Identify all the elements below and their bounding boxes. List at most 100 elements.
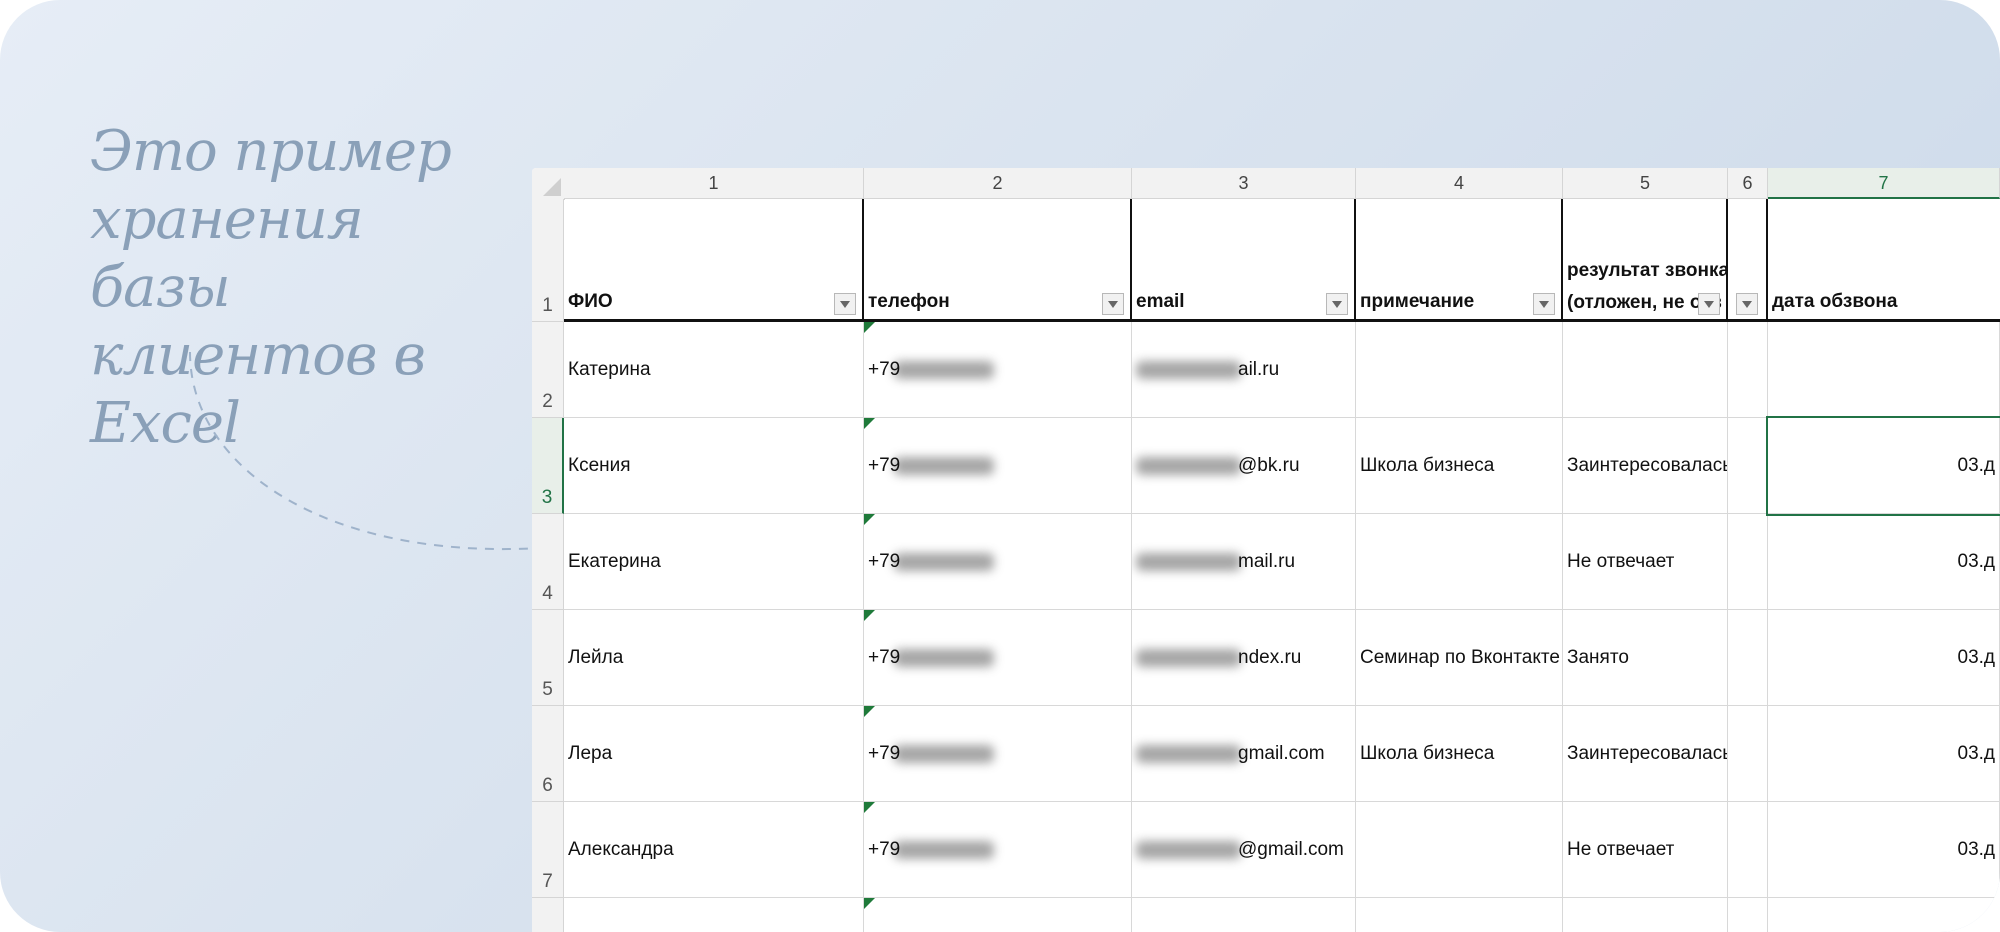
cell-note-text: Школа бизнеса (1360, 742, 1495, 764)
select-all-corner[interactable] (532, 168, 565, 200)
cell-result[interactable] (1563, 322, 1728, 418)
header-cell-call-result[interactable]: результат звонка (отложен, не отв (1563, 199, 1728, 322)
cell-phone[interactable]: +79 (864, 514, 1132, 610)
cell-fio[interactable]: Александра (564, 802, 864, 898)
redacted-blur (1136, 840, 1241, 859)
redacted-blur (894, 552, 994, 571)
cell-result[interactable]: Заинтересовалась (1563, 418, 1728, 514)
redacted-blur (1136, 744, 1241, 763)
cell-note[interactable]: Школа бизнеса (1356, 706, 1563, 802)
cell-empty-partial[interactable] (1728, 898, 1768, 932)
cell-phone[interactable]: +79 (864, 802, 1132, 898)
cell-email[interactable]: @bk.ru (1132, 418, 1356, 514)
row-header-3[interactable]: 3 (532, 418, 564, 514)
cell-date-text: 03.д (1957, 742, 1996, 764)
header-cell-call-date[interactable]: дата обзвона (1768, 199, 2000, 322)
cell-fio[interactable]: Лера (564, 706, 864, 802)
column-header-5[interactable]: 5 (1563, 168, 1728, 199)
cell-fio[interactable]: Катерина (564, 322, 864, 418)
cell-result[interactable]: Занято (1563, 610, 1728, 706)
filter-dropdown-icon[interactable] (1736, 293, 1758, 315)
cell-phone[interactable]: +79 (864, 322, 1132, 418)
row-header-8[interactable] (532, 898, 564, 932)
cell-note[interactable]: Школа бизнеса (1356, 418, 1563, 514)
cell-email[interactable]: gmail.com (1132, 706, 1356, 802)
cell-empty[interactable] (1728, 418, 1768, 514)
column-header-1[interactable]: 1 (564, 168, 864, 199)
redacted-blur (1136, 360, 1241, 379)
cell-empty[interactable] (1728, 706, 1768, 802)
row-header-1[interactable]: 1 (532, 199, 564, 322)
cell-date[interactable]: 03.д (1768, 514, 2000, 610)
spreadsheet[interactable]: 1 2 3 4 5 6 7 1 2 3 4 5 6 7 ФИО телефон … (532, 168, 2000, 932)
cell-phone-text: +79 (868, 358, 901, 380)
cell-email[interactable]: @gmail.com (1132, 802, 1356, 898)
cell-note[interactable] (1356, 322, 1563, 418)
cell-note[interactable]: Семинар по Вконтакте (1356, 610, 1563, 706)
header-result-line-1: результат звонка (1567, 260, 1728, 281)
cell-result[interactable]: Не отвечает (1563, 514, 1728, 610)
row-header-7[interactable]: 7 (532, 802, 564, 898)
filter-dropdown-icon[interactable] (1698, 293, 1720, 315)
cell-result-partial[interactable] (1563, 898, 1728, 932)
redacted-blur (1136, 456, 1241, 475)
cell-result[interactable]: Заинтересовалась (1563, 706, 1728, 802)
column-header-6[interactable]: 6 (1728, 168, 1768, 199)
error-indicator-icon (864, 898, 875, 909)
header-cell-fio[interactable]: ФИО (564, 199, 864, 322)
error-indicator-icon (864, 514, 875, 525)
active-cell-selection (1766, 416, 2000, 516)
row-header-2[interactable]: 2 (532, 322, 564, 418)
cell-empty[interactable] (1728, 802, 1768, 898)
column-header-3[interactable]: 3 (1132, 168, 1356, 199)
cell-phone[interactable]: +79 (864, 610, 1132, 706)
cell-email-text: ndex.ru (1238, 646, 1302, 668)
column-header-2[interactable]: 2 (864, 168, 1132, 199)
cell-email-text: gmail.com (1238, 742, 1325, 764)
row-header-4[interactable]: 4 (532, 514, 564, 610)
header-cell-email[interactable]: email (1132, 199, 1356, 322)
cell-email[interactable]: mail.ru (1132, 514, 1356, 610)
column-header-4[interactable]: 4 (1356, 168, 1563, 199)
redacted-blur (894, 648, 994, 667)
cell-fio[interactable]: Екатерина (564, 514, 864, 610)
cell-note-partial[interactable] (1356, 898, 1563, 932)
cell-date-partial[interactable] (1768, 898, 2000, 932)
filter-dropdown-icon[interactable] (1102, 293, 1124, 315)
cell-date[interactable]: 03.д (1768, 706, 2000, 802)
cell-result[interactable]: Не отвечает (1563, 802, 1728, 898)
cell-email[interactable]: ndex.ru (1132, 610, 1356, 706)
cell-empty[interactable] (1728, 514, 1768, 610)
cell-note[interactable] (1356, 802, 1563, 898)
cell-note[interactable] (1356, 514, 1563, 610)
cell-date[interactable] (1768, 322, 2000, 418)
filter-dropdown-icon[interactable] (1533, 293, 1555, 315)
cell-date[interactable]: 03.д (1768, 802, 2000, 898)
cell-fio[interactable]: Ксения (564, 418, 864, 514)
redacted-blur (894, 744, 994, 763)
cell-empty[interactable] (1728, 610, 1768, 706)
filter-dropdown-icon[interactable] (834, 293, 856, 315)
cell-phone-partial[interactable] (864, 898, 1132, 932)
cell-date[interactable]: 03.д (1768, 610, 2000, 706)
cell-email-partial[interactable] (1132, 898, 1356, 932)
row-header-6[interactable]: 6 (532, 706, 564, 802)
cell-fio-partial[interactable] (564, 898, 864, 932)
error-indicator-icon (864, 706, 875, 717)
cell-phone[interactable]: +79 (864, 418, 1132, 514)
cell-fio-text: Александра (568, 838, 674, 860)
filter-dropdown-icon[interactable] (1326, 293, 1348, 315)
error-indicator-icon (864, 610, 875, 621)
cell-email[interactable]: ail.ru (1132, 322, 1356, 418)
cell-fio[interactable]: Лейла (564, 610, 864, 706)
header-cell-note[interactable]: примечание (1356, 199, 1563, 322)
cell-empty[interactable] (1728, 322, 1768, 418)
cell-email-text: @gmail.com (1238, 838, 1344, 860)
header-cell-6[interactable] (1728, 199, 1768, 322)
error-indicator-icon (864, 802, 875, 813)
row-header-5[interactable]: 5 (532, 610, 564, 706)
cell-phone[interactable]: +79 (864, 706, 1132, 802)
header-cell-phone[interactable]: телефон (864, 199, 1132, 322)
cell-email-text: mail.ru (1238, 550, 1296, 572)
column-header-7[interactable]: 7 (1768, 168, 2000, 199)
